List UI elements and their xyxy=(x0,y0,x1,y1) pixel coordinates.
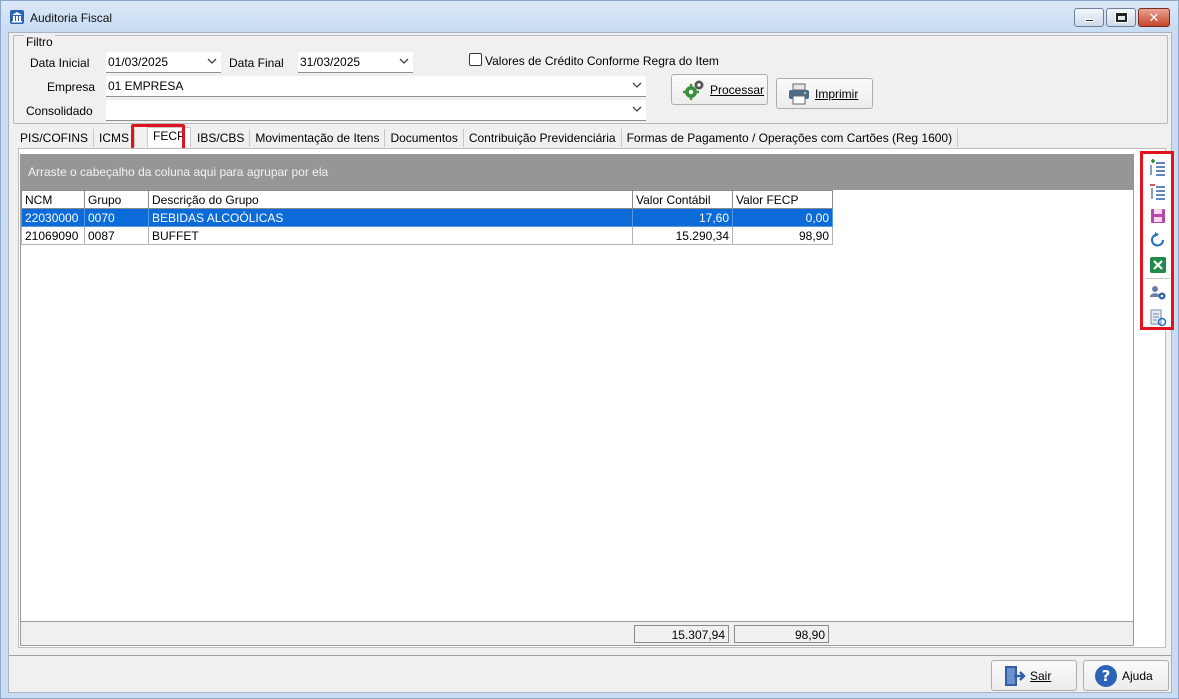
client-area: Filtro Data Inicial 01/03/2025 Data Fina… xyxy=(8,32,1174,693)
printer-icon xyxy=(789,83,809,104)
empresa-label: Empresa xyxy=(47,80,96,94)
tab-contribuicao-previdenciaria[interactable]: Contribuição Previdenciária xyxy=(464,129,622,147)
cell-descricao[interactable]: BUFFET xyxy=(148,226,633,245)
credito-checkbox-label: Valores de Crédito Conforme Regra do Ite… xyxy=(485,54,719,68)
exit-door-icon xyxy=(1005,665,1026,686)
cell-valor-fecp[interactable]: 98,90 xyxy=(732,226,833,245)
data-inicial-label: Data Inicial xyxy=(30,56,90,70)
imprimir-button[interactable]: Imprimir xyxy=(776,78,873,109)
chevron-down-icon[interactable] xyxy=(207,56,217,66)
minimize-icon xyxy=(1085,19,1094,22)
chevron-down-icon[interactable] xyxy=(632,80,642,90)
tab-documentos[interactable]: Documentos xyxy=(385,129,464,147)
window-title: Auditoria Fiscal xyxy=(30,11,113,25)
grid-footer: 15.307,94 98,90 xyxy=(21,621,1133,645)
data-grid[interactable]: NCM Grupo Descrição do Grupo Valor Contá… xyxy=(20,189,1134,646)
data-inicial-value: 01/03/2025 xyxy=(108,55,169,69)
grid-side-toolbar xyxy=(1140,151,1174,330)
fecp-table: NCM Grupo Descrição do Grupo Valor Contá… xyxy=(21,190,833,245)
total-valor-fecp: 98,90 xyxy=(734,625,829,643)
remove-rows-icon[interactable] xyxy=(1149,183,1167,201)
consolidado-select[interactable] xyxy=(106,100,646,121)
tab-strip: PIS/COFINS ICMS FECP IBS/CBS Movimentaçã… xyxy=(15,127,959,147)
filter-group: Filtro Data Inicial 01/03/2025 Data Fina… xyxy=(13,35,1168,124)
table-header-row: NCM Grupo Descrição do Grupo Valor Contá… xyxy=(21,190,833,209)
users-config-icon[interactable] xyxy=(1149,284,1167,302)
fecp-panel: Arraste o cabeçalho da coluna aqui para … xyxy=(18,148,1174,648)
maximize-icon xyxy=(1115,12,1128,23)
cell-grupo[interactable]: 0087 xyxy=(84,226,149,245)
toolbar-separator xyxy=(1146,278,1170,279)
maximize-button[interactable] xyxy=(1106,8,1136,27)
excel-export-icon[interactable] xyxy=(1149,256,1167,274)
tab-movimentacao-itens[interactable]: Movimentação de Itens xyxy=(250,129,386,147)
column-header-valor-contabil[interactable]: Valor Contábil xyxy=(632,190,733,209)
cell-grupo[interactable]: 0070 xyxy=(84,208,149,227)
title-bar[interactable]: Auditoria Fiscal ✕ xyxy=(1,1,1178,33)
cell-descricao[interactable]: BEBIDAS ALCOÓLICAS xyxy=(148,208,633,227)
sair-button[interactable]: Sair xyxy=(991,660,1077,691)
sair-label: Sair xyxy=(1030,668,1052,683)
tab-pis-cofins[interactable]: PIS/COFINS xyxy=(15,129,95,147)
ajuda-label: Ajuda xyxy=(1122,668,1153,683)
close-button[interactable]: ✕ xyxy=(1138,8,1170,27)
empresa-value: 01 EMPRESA xyxy=(108,79,184,93)
gears-icon xyxy=(683,80,704,100)
chevron-down-icon[interactable] xyxy=(399,56,409,66)
column-header-valor-fecp[interactable]: Valor FECP xyxy=(732,190,833,209)
data-inicial-picker[interactable]: 01/03/2025 xyxy=(106,52,221,73)
app-window: Auditoria Fiscal ✕ Filtro Data Inicial 0… xyxy=(0,0,1179,699)
cell-ncm[interactable]: 22030000 xyxy=(21,208,85,227)
window-controls: ✕ xyxy=(1072,8,1170,27)
document-refresh-icon[interactable] xyxy=(1149,309,1167,327)
close-icon: ✕ xyxy=(1148,10,1160,25)
data-final-value: 31/03/2025 xyxy=(300,55,361,69)
filter-legend: Filtro xyxy=(24,35,55,49)
column-header-descricao[interactable]: Descrição do Grupo xyxy=(148,190,633,209)
cell-valor-contabil[interactable]: 17,60 xyxy=(632,208,733,227)
chevron-down-icon[interactable] xyxy=(632,104,642,114)
table-row[interactable]: 21069090 0087 BUFFET 15.290,34 98,90 xyxy=(21,226,833,245)
refresh-icon[interactable] xyxy=(1149,231,1167,249)
total-valor-contabil: 15.307,94 xyxy=(634,625,729,643)
svg-text:?: ? xyxy=(1102,667,1111,685)
processar-button[interactable]: Processar xyxy=(671,74,768,105)
cell-valor-fecp[interactable]: 0,00 xyxy=(732,208,833,227)
cell-ncm[interactable]: 21069090 xyxy=(21,226,85,245)
credito-checkbox[interactable] xyxy=(469,53,482,66)
save-icon[interactable] xyxy=(1149,207,1167,225)
imprimir-label: Imprimir xyxy=(815,86,859,101)
table-row[interactable]: 22030000 0070 BEBIDAS ALCOÓLICAS 17,60 0… xyxy=(21,208,833,227)
processar-label: Processar xyxy=(710,82,765,97)
help-icon: ? xyxy=(1095,664,1117,687)
cell-valor-contabil[interactable]: 15.290,34 xyxy=(632,226,733,245)
group-by-bar[interactable]: Arraste o cabeçalho da coluna aqui para … xyxy=(20,154,1134,189)
minimize-button[interactable] xyxy=(1074,8,1104,27)
tab-fecp[interactable]: FECP xyxy=(147,127,192,147)
data-final-label: Data Final xyxy=(229,56,284,70)
column-header-grupo[interactable]: Grupo xyxy=(84,190,149,209)
bottom-separator xyxy=(9,655,1171,656)
consolidado-label: Consolidado xyxy=(26,104,93,118)
tab-icms[interactable]: ICMS xyxy=(94,129,136,147)
data-final-picker[interactable]: 31/03/2025 xyxy=(298,52,413,73)
app-building-icon xyxy=(10,10,24,24)
ajuda-button[interactable]: ? Ajuda xyxy=(1083,660,1169,691)
tab-formas-pagamento[interactable]: Formas de Pagamento / Operações com Cart… xyxy=(622,129,959,147)
column-header-ncm[interactable]: NCM xyxy=(21,190,85,209)
add-rows-icon[interactable] xyxy=(1149,159,1167,177)
empresa-select[interactable]: 01 EMPRESA xyxy=(106,76,646,97)
tab-ibs-cbs[interactable]: IBS/CBS xyxy=(192,129,251,147)
